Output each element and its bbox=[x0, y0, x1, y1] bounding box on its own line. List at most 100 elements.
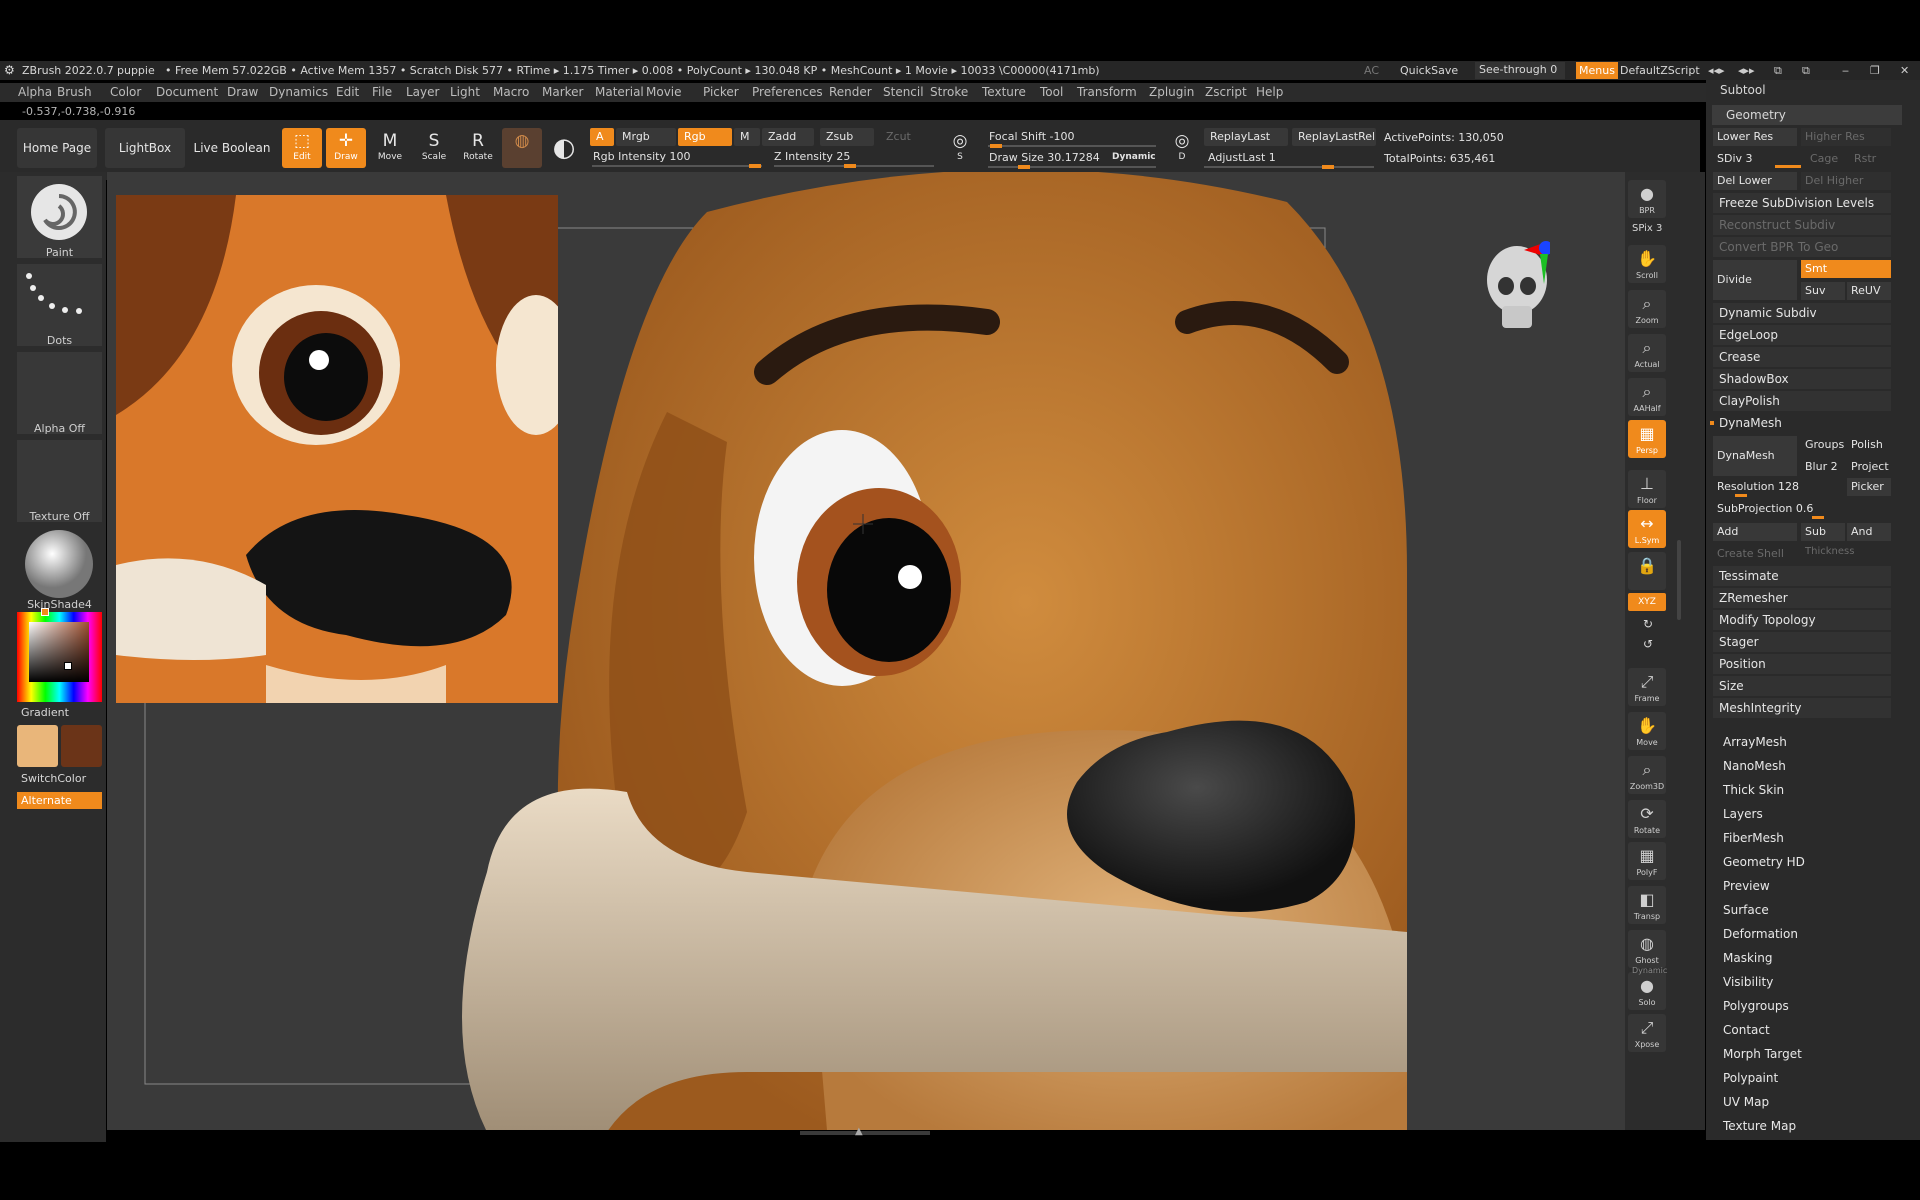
scroll-shelf-button[interactable]: ✋ Scroll bbox=[1628, 245, 1666, 283]
tool-section-masking[interactable]: Masking bbox=[1723, 951, 1772, 965]
zadd-toggle[interactable]: Zadd bbox=[762, 128, 814, 146]
menu-color[interactable]: Color bbox=[110, 83, 141, 102]
adjust-last-track[interactable] bbox=[1204, 165, 1374, 169]
menu-file[interactable]: File bbox=[372, 83, 392, 102]
menu-transform[interactable]: Transform bbox=[1077, 83, 1137, 102]
replay-last-rel-button[interactable]: ReplayLastRel bbox=[1292, 128, 1376, 146]
zcut-toggle[interactable]: Zcut bbox=[880, 128, 926, 146]
subtool-header[interactable]: Subtool bbox=[1720, 83, 1766, 97]
move-tool-button[interactable]: M Move bbox=[370, 128, 410, 168]
and-button[interactable]: And bbox=[1847, 523, 1891, 541]
reference-image[interactable] bbox=[116, 195, 558, 703]
menus-toggle[interactable]: Menus bbox=[1576, 62, 1618, 79]
ui-icon[interactable]: ⧉ bbox=[1802, 61, 1810, 80]
adjust-last-slider[interactable]: AdjustLast 1 bbox=[1208, 151, 1276, 164]
close-icon[interactable]: ✕ bbox=[1900, 61, 1909, 80]
restore-icon[interactable]: ❐ bbox=[1870, 61, 1880, 80]
bottom-tray-handle[interactable] bbox=[800, 1131, 930, 1135]
claypolish-section[interactable]: ClayPolish bbox=[1713, 391, 1891, 411]
geometry-sub-zremesher[interactable]: ZRemesher bbox=[1713, 588, 1891, 608]
see-through-slider[interactable]: See-through 0 bbox=[1475, 62, 1565, 79]
menu-tool[interactable]: Tool bbox=[1040, 83, 1063, 102]
aahalf-shelf-button[interactable]: ⌕ AAHalf bbox=[1628, 378, 1666, 416]
menu-preferences[interactable]: Preferences bbox=[752, 83, 823, 102]
menu-marker[interactable]: Marker bbox=[542, 83, 583, 102]
dynamic-subdiv-section[interactable]: Dynamic Subdiv bbox=[1713, 303, 1891, 323]
tool-section-visibility[interactable]: Visibility bbox=[1723, 975, 1773, 989]
menu-layer[interactable]: Layer bbox=[406, 83, 439, 102]
create-shell-button[interactable]: Create Shell bbox=[1713, 545, 1797, 563]
menu-material[interactable]: Material bbox=[595, 83, 644, 102]
lightbox-button[interactable]: LightBox bbox=[105, 128, 185, 168]
menu-edit[interactable]: Edit bbox=[336, 83, 359, 102]
sphere-icon[interactable]: ◐ bbox=[546, 128, 582, 168]
tool-section-thick-skin[interactable]: Thick Skin bbox=[1723, 783, 1784, 797]
shelf-scrollbar[interactable] bbox=[1677, 540, 1681, 620]
switchcolor-button[interactable]: SwitchColor bbox=[21, 772, 86, 785]
picker-button[interactable]: Picker bbox=[1847, 478, 1891, 496]
floor-shelf-button[interactable]: ⊥ Floor bbox=[1628, 470, 1666, 508]
persp-shelf-button[interactable]: ▦ Persp bbox=[1628, 420, 1666, 458]
sub-button[interactable]: Sub bbox=[1801, 523, 1845, 541]
solo-shelf-button[interactable]: ● Solo bbox=[1628, 972, 1666, 1010]
menu-macro[interactable]: Macro bbox=[493, 83, 529, 102]
color-picker[interactable] bbox=[17, 608, 102, 702]
menu-document[interactable]: Document bbox=[156, 83, 218, 102]
draw-size-slider[interactable]: Draw Size 30.17284 bbox=[989, 151, 1100, 164]
actual-shelf-button[interactable]: ⌕ Actual bbox=[1628, 334, 1666, 372]
z-intensity-slider[interactable]: Z Intensity 25 bbox=[774, 150, 850, 163]
rotate-axis-icon[interactable]: ↻ bbox=[1643, 617, 1653, 631]
resolution-slider[interactable]: Resolution 128 bbox=[1713, 478, 1839, 496]
tool-section-surface[interactable]: Surface bbox=[1723, 903, 1769, 917]
reuv-button[interactable]: ReUV bbox=[1847, 282, 1891, 300]
menu-texture[interactable]: Texture bbox=[982, 83, 1026, 102]
tool-section-geometry-hd[interactable]: Geometry HD bbox=[1723, 855, 1805, 869]
edit-tool-button[interactable]: ⬚ Edit bbox=[282, 128, 322, 168]
smt-toggle[interactable]: Smt bbox=[1801, 260, 1891, 278]
menu-picker[interactable]: Picker bbox=[703, 83, 739, 102]
menu-zplugin[interactable]: Zplugin bbox=[1149, 83, 1194, 102]
z-intensity-track[interactable] bbox=[774, 164, 934, 168]
tool-section-polypaint[interactable]: Polypaint bbox=[1723, 1071, 1778, 1085]
rotate-tool-button[interactable]: R Rotate bbox=[458, 128, 498, 168]
menu-stencil[interactable]: Stencil bbox=[883, 83, 924, 102]
tool-section-contact[interactable]: Contact bbox=[1723, 1023, 1770, 1037]
minimize-icon[interactable]: ‒ bbox=[1842, 61, 1849, 80]
m-toggle[interactable]: M bbox=[734, 128, 760, 146]
del-higher-button[interactable]: Del Higher bbox=[1801, 172, 1891, 190]
rgb-intensity-slider[interactable]: Rgb Intensity 100 bbox=[593, 150, 690, 163]
rgb-intensity-track[interactable] bbox=[592, 164, 762, 168]
tool-section-arraymesh[interactable]: ArrayMesh bbox=[1723, 735, 1787, 749]
menu-zscript[interactable]: Zscript bbox=[1205, 83, 1247, 102]
tool-section-preview[interactable]: Preview bbox=[1723, 879, 1770, 893]
menu-draw[interactable]: Draw bbox=[227, 83, 258, 102]
a-toggle[interactable]: A bbox=[590, 128, 614, 146]
rstr-button[interactable]: Rstr bbox=[1850, 150, 1890, 168]
lock-shelf-button[interactable]: 🔒 bbox=[1628, 552, 1666, 590]
saturation-marker[interactable] bbox=[64, 662, 72, 670]
higher-res-button[interactable]: Higher Res bbox=[1801, 128, 1891, 146]
default-zscript-button[interactable]: DefaultZScript bbox=[1620, 61, 1700, 80]
zoom3d-shelf-button[interactable]: ⌕ Zoom3D bbox=[1628, 756, 1666, 794]
sdiv-handle[interactable] bbox=[1775, 165, 1801, 168]
menu-render[interactable]: Render bbox=[829, 83, 872, 102]
layout2-icon[interactable]: ◂▸▸ bbox=[1738, 61, 1755, 80]
mrgb-toggle[interactable]: Mrgb bbox=[616, 128, 676, 146]
tool-section-polygroups[interactable]: Polygroups bbox=[1723, 999, 1789, 1013]
bpr-shelf-button[interactable]: ● BPR bbox=[1628, 180, 1666, 218]
gradient-label[interactable]: Gradient bbox=[21, 706, 69, 719]
geometry-sub-size[interactable]: Size bbox=[1713, 676, 1891, 696]
home-page-button[interactable]: Home Page bbox=[17, 128, 97, 168]
geometry-sub-stager[interactable]: Stager bbox=[1713, 632, 1891, 652]
menu-help[interactable]: Help bbox=[1256, 83, 1283, 102]
dynamic-toggle[interactable]: Dynamic bbox=[1112, 152, 1156, 162]
gizmo-navigator[interactable] bbox=[1484, 240, 1553, 344]
tool-section-morph-target[interactable]: Morph Target bbox=[1723, 1047, 1802, 1061]
dynamesh-section[interactable]: DynaMesh bbox=[1713, 413, 1891, 433]
rotate-axis2-icon[interactable]: ↺ bbox=[1643, 637, 1653, 651]
subprojection-handle[interactable] bbox=[1812, 516, 1824, 519]
d-brush-icon[interactable]: ◎ D bbox=[1166, 128, 1198, 168]
tool-section-layers[interactable]: Layers bbox=[1723, 807, 1763, 821]
hue-marker[interactable] bbox=[41, 608, 49, 616]
scale-tool-button[interactable]: S Scale bbox=[414, 128, 454, 168]
